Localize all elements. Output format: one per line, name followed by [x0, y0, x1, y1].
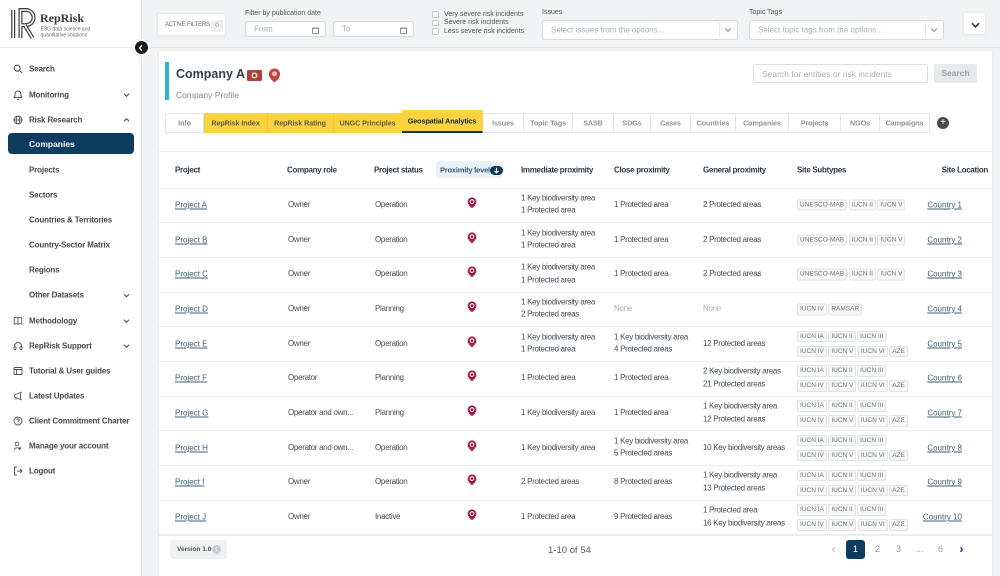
- svg-text:RepRisk: RepRisk: [40, 11, 84, 25]
- svg-text:quantitative solutions: quantitative solutions: [41, 33, 88, 39]
